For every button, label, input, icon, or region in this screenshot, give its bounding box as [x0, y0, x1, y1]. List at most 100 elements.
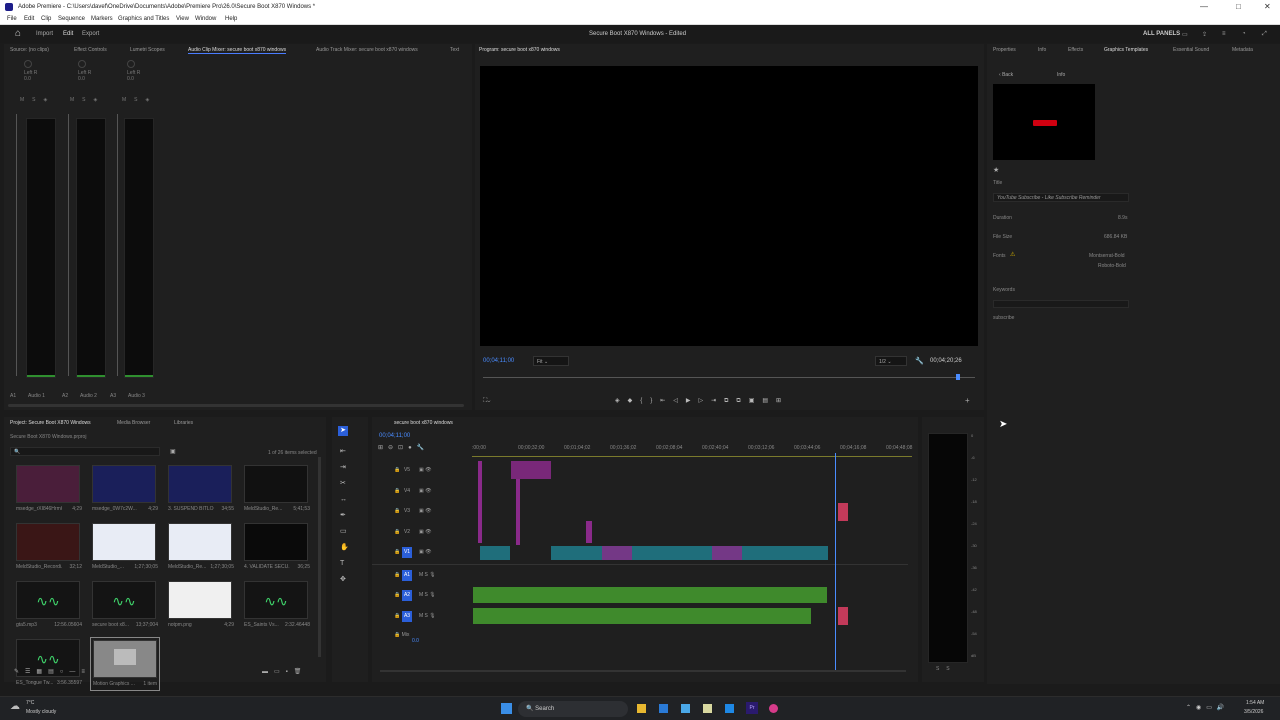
menu-clip[interactable]: Clip [41, 16, 51, 22]
menu-markers[interactable]: Markers [91, 16, 113, 22]
project-item[interactable]: MeldStudio_Re... 1;27;30;05 [166, 521, 236, 575]
track-header-a2[interactable]: 🔒 A2 M S 🎙 [392, 590, 472, 602]
subscribe-graphic-clip[interactable] [838, 503, 848, 521]
program-video-viewer[interactable] [480, 66, 978, 346]
project-toolbar[interactable]: ✎☰▦▤○—≡ [14, 668, 91, 675]
tool-icons[interactable]: ⇤ ⇥ ✂ ↔ ✒ ▭ ✋ T ✥ [340, 444, 349, 588]
menu-graphics[interactable]: Graphics and Titles [118, 16, 169, 22]
project-item[interactable]: Motion Graphics ... 1 item [90, 637, 160, 691]
file-explorer-icon[interactable] [637, 704, 646, 713]
horizontal-scrollbar[interactable] [8, 404, 464, 407]
clip-a2[interactable] [473, 587, 827, 603]
settings-icon[interactable]: ≡ [1222, 31, 1226, 37]
mix-track[interactable]: 🔒 Mix 0.0 [394, 632, 419, 644]
clip-v1-nested-2[interactable] [712, 546, 742, 560]
add-marker-icon[interactable]: ⛶⌄ [483, 398, 490, 405]
fader-track[interactable] [68, 114, 69, 376]
notifications-icon[interactable]: ◔ [1242, 31, 1246, 37]
tab-program[interactable]: Program: secure boot x870 windows [479, 47, 560, 53]
track-header-v3[interactable]: 🔒 V3 ▣ 👁 [392, 506, 472, 518]
project-item[interactable]: ∿∿ ES_Saints Vs... 2:32.46448 [242, 579, 312, 633]
fader-track[interactable] [16, 114, 17, 376]
project-item[interactable]: msedge_0W7c2W... 4;29 [90, 463, 160, 517]
tab-project[interactable]: Project: Secure Boot X870 Windows [10, 420, 91, 426]
keyword-tag[interactable]: subscribe [993, 315, 1014, 321]
tab-libraries[interactable]: Libraries [174, 420, 193, 426]
project-item[interactable]: 3. SUSPEND BITLOC... 34;55 [166, 463, 236, 517]
export-tab[interactable]: Export [82, 31, 99, 37]
clip-v5[interactable] [511, 461, 551, 479]
clip-v2-b[interactable] [586, 521, 592, 543]
tab-media-browser[interactable]: Media Browser [117, 420, 150, 426]
back-button[interactable]: ‹ Back [999, 72, 1013, 78]
playhead-timecode[interactable]: 00;04;11;00 [483, 358, 514, 364]
track-header-v1[interactable]: 🔒 V1 ▣ 👁 [392, 547, 472, 559]
transport-controls[interactable]: ◈◆{}⇤◁▶▷⇥⧉⧉▣▤⊞ [615, 397, 789, 405]
tab-info[interactable]: Info [1038, 47, 1046, 53]
tab-source[interactable]: Source: (no clips) [10, 47, 49, 53]
maximize-icon[interactable]: □ [1236, 2, 1241, 11]
playhead-marker[interactable] [956, 374, 960, 380]
vertical-scrollbar[interactable] [318, 457, 321, 657]
new-bin-icon[interactable]: ▣ [170, 448, 176, 455]
work-area-bar[interactable] [472, 456, 912, 457]
tab-properties[interactable]: Properties [993, 47, 1016, 53]
project-item[interactable]: 4. VALIDATE SECU... 36;25 [242, 521, 312, 575]
track-header-v5[interactable]: 🔒 V5 ▣ 👁 [392, 465, 472, 477]
panel-layout-icon[interactable]: ▭ [1182, 31, 1188, 38]
chrome-icon[interactable] [769, 704, 778, 713]
fullscreen-icon[interactable]: ⤢ [1262, 31, 1267, 38]
mute-solo-buttons[interactable]: MS◈ [70, 97, 105, 103]
edit-tab[interactable]: Edit [63, 31, 73, 37]
clip-a3[interactable] [473, 608, 811, 624]
snipping-icon[interactable] [681, 704, 690, 713]
project-actions[interactable]: ▬▭▪🗑 [262, 668, 307, 675]
mute-solo-buttons[interactable]: MS◈ [122, 97, 157, 103]
project-item[interactable]: MeldStudio_... 1;27;30;05 [90, 521, 160, 575]
tab-graphics-templates[interactable]: Graphics Templates [1104, 47, 1148, 53]
search-box[interactable]: 🔍 Search [518, 701, 628, 717]
share-icon[interactable]: ⇪ [1202, 31, 1207, 38]
timeline-tools[interactable]: ⊞⊖⊡●🔧 [378, 444, 429, 451]
import-tab[interactable]: Import [36, 31, 53, 37]
project-item[interactable]: msedge_rXI846HrmG... 4;29 [14, 463, 84, 517]
all-panels-button[interactable]: ALL PANELS [1143, 31, 1180, 37]
home-icon[interactable]: ⌂ [15, 28, 21, 39]
tab-metadata[interactable]: Metadata [1232, 47, 1253, 53]
tab-audio-clip-mixer[interactable]: Audio Clip Mixer: secure boot x870 windo… [188, 47, 287, 54]
tab-effect-controls[interactable]: Effect Controls [74, 47, 107, 53]
search-input[interactable]: 🔍 [10, 447, 160, 456]
premiere-taskbar-icon[interactable]: Pr [746, 702, 758, 714]
subscribe-audio-clip[interactable] [838, 607, 848, 625]
tab-text[interactable]: Text [450, 47, 459, 53]
track-header-v2[interactable]: 🔒 V2 ▣ 👁 [392, 527, 472, 539]
selection-tool-icon[interactable]: ➤ [338, 426, 348, 436]
clip-v2[interactable] [516, 479, 520, 545]
tab-essential-sound[interactable]: Essential Sound [1173, 47, 1209, 53]
clip-v1-b[interactable] [551, 546, 828, 560]
program-scrubber[interactable] [483, 377, 975, 378]
outlook-icon[interactable] [659, 704, 668, 713]
app-icon[interactable] [703, 704, 712, 713]
wrench-icon[interactable]: 🔧 [915, 357, 924, 365]
start-icon[interactable] [501, 703, 512, 714]
time-ruler[interactable]: :00;00 00;00;32;00 00;01;04;02 00;01;36;02 0… [472, 445, 912, 455]
menu-help[interactable]: Help [225, 16, 237, 22]
pan-knob[interactable] [127, 60, 135, 68]
project-item[interactable]: MeldStudio_Recordi... 32;12 [14, 521, 84, 575]
tab-effects[interactable]: Effects [1068, 47, 1083, 53]
menu-edit[interactable]: Edit [24, 16, 34, 22]
system-tray[interactable]: ⌃◉▭🔊 [1186, 704, 1229, 711]
menu-sequence[interactable]: Sequence [58, 16, 85, 22]
project-item[interactable]: ∿∿ gta5.mp3 12:56.05604 [14, 579, 84, 633]
keywords-field[interactable] [993, 300, 1129, 308]
clip-v1-a[interactable] [480, 546, 510, 560]
star-icon[interactable]: ★ [993, 166, 999, 174]
title-field[interactable]: YouTube Subscribe - Like Subscribe Remin… [993, 193, 1129, 202]
project-item[interactable]: ∿∿ ES_Tongue Tw... 3:56.35597 [14, 637, 84, 691]
playhead-line[interactable] [835, 453, 836, 671]
resolution-select[interactable]: 1/2 ⌄ [875, 356, 907, 366]
timeline-scrollbar[interactable] [380, 670, 906, 672]
track-header-a3[interactable]: 🔒 A3 M S 🎙 [392, 611, 472, 623]
tab-lumetri-scopes[interactable]: Lumetri Scopes [130, 47, 165, 53]
